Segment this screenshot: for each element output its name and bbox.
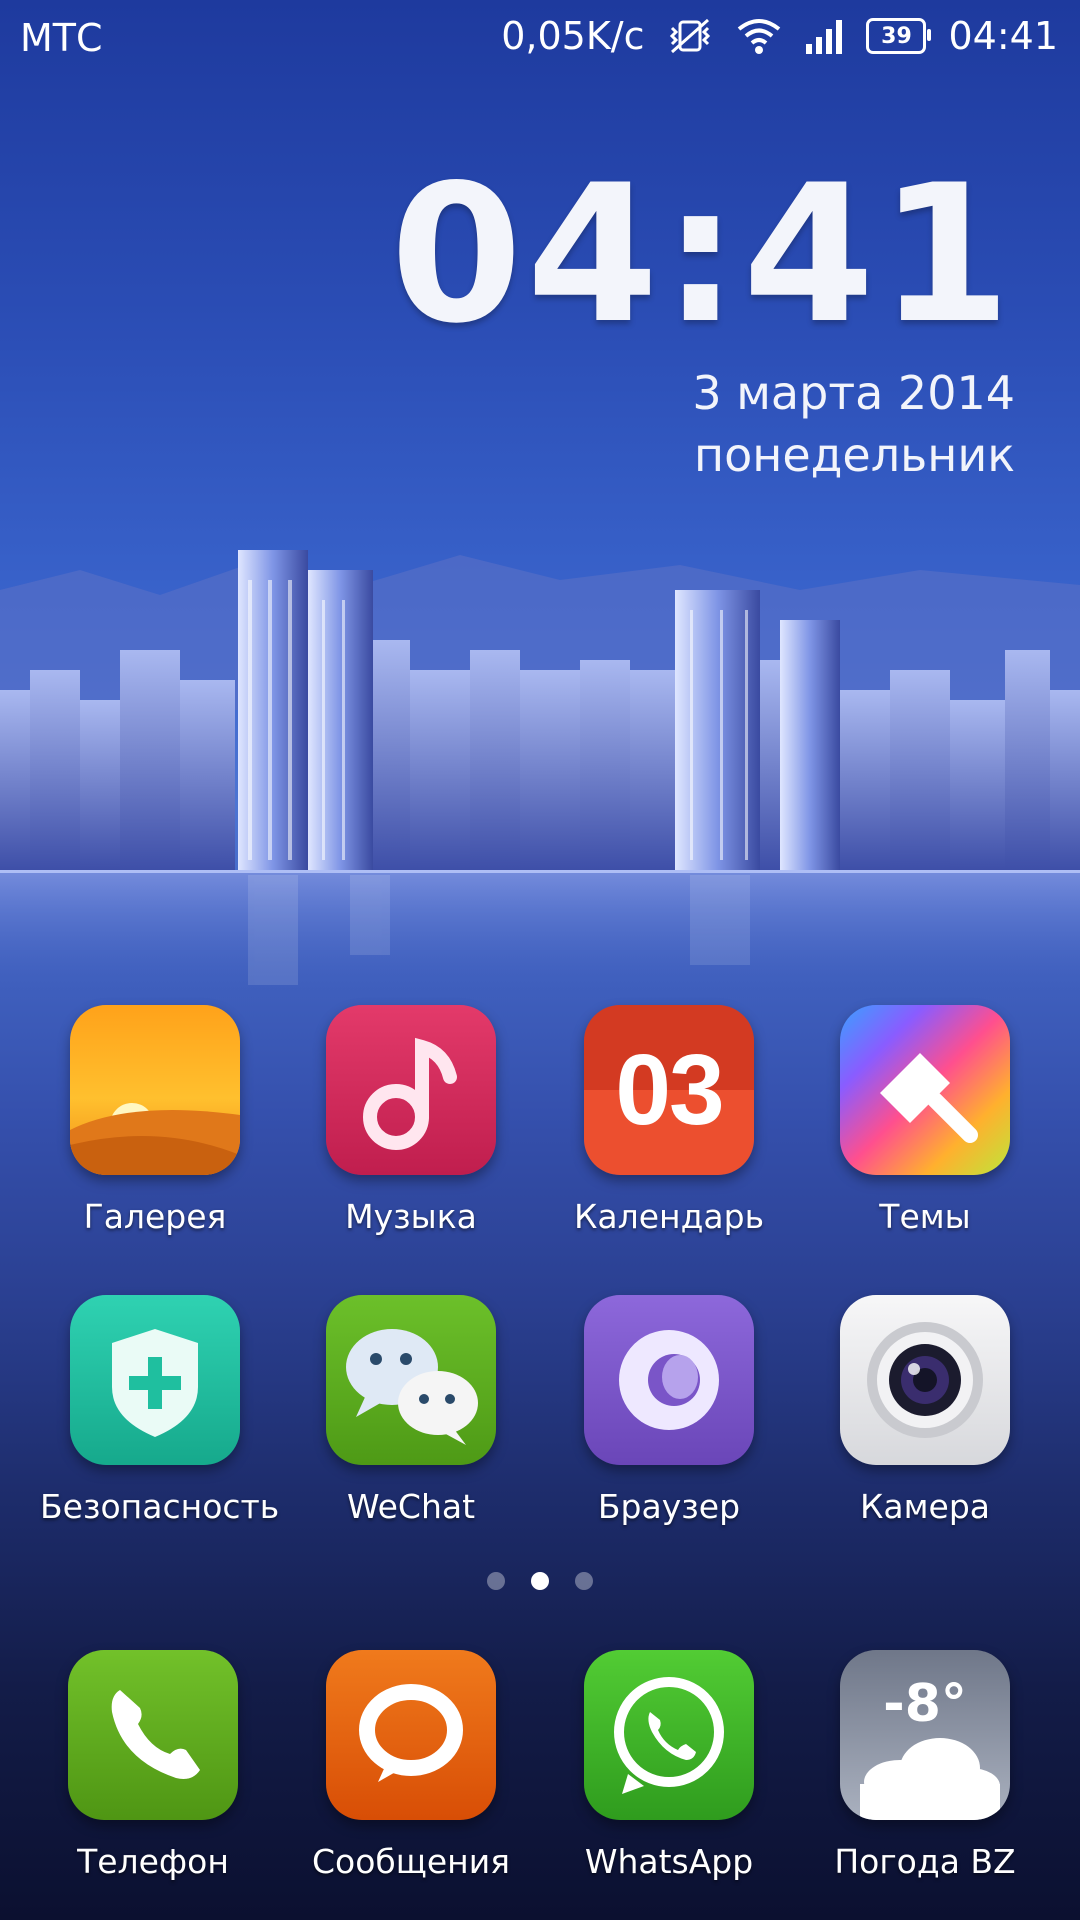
battery-icon: 39 [866, 18, 932, 54]
music-icon [326, 1005, 496, 1175]
app-label: Погода BZ [834, 1842, 1016, 1881]
app-label: Темы [879, 1197, 971, 1236]
app-label: WhatsApp [584, 1842, 754, 1881]
app-security[interactable]: Безопасность [40, 1295, 280, 1526]
app-label: Безопасность [40, 1487, 280, 1526]
security-icon [70, 1295, 240, 1465]
dock-messages[interactable]: Сообщения [296, 1650, 526, 1881]
app-music[interactable]: Музыка [296, 1005, 526, 1236]
app-label: Сообщения [311, 1842, 511, 1881]
whatsapp-icon [584, 1650, 754, 1820]
app-label: Камера [859, 1487, 991, 1526]
app-label: Галерея [83, 1197, 227, 1236]
app-browser[interactable]: Браузер [554, 1295, 784, 1526]
carrier-name: МТС [20, 16, 103, 60]
vibrate-off-icon [666, 16, 714, 56]
weather-icon: -8° [840, 1650, 1010, 1820]
wechat-icon [326, 1295, 496, 1465]
clock-widget[interactable]: 04:41 3 марта 2014 понедельник [390, 144, 1015, 486]
page-dot[interactable] [487, 1572, 505, 1590]
wifi-icon [736, 17, 782, 55]
page-dot[interactable] [575, 1572, 593, 1590]
camera-icon [840, 1295, 1010, 1465]
calendar-icon: 03 [584, 1005, 754, 1175]
app-camera[interactable]: Камера [810, 1295, 1040, 1526]
app-label: Браузер [597, 1487, 741, 1526]
status-time: 04:41 [948, 14, 1058, 58]
browser-icon [584, 1295, 754, 1465]
messages-icon [326, 1650, 496, 1820]
app-label: Календарь [573, 1197, 765, 1236]
status-bar: МТС 0,05K/с 39 04:41 [0, 0, 1080, 80]
network-speed: 0,05K/с [501, 14, 645, 58]
page-indicator[interactable] [0, 1572, 1080, 1590]
dock-phone[interactable]: Телефон [38, 1650, 268, 1881]
app-wechat[interactable]: WeChat [296, 1295, 526, 1526]
app-label: Телефон [77, 1842, 229, 1881]
clock-weekday: понедельник [694, 428, 1015, 482]
wallpaper-skyline [0, 550, 1080, 1000]
themes-icon [840, 1005, 1010, 1175]
app-gallery[interactable]: Галерея [40, 1005, 270, 1236]
phone-icon [68, 1650, 238, 1820]
app-themes[interactable]: Темы [810, 1005, 1040, 1236]
clock-date: 3 марта 2014 [692, 366, 1015, 420]
dock-weather[interactable]: -8° Погода BZ [810, 1650, 1040, 1881]
clock-time: 04:41 [390, 144, 1015, 365]
signal-icon [804, 18, 844, 54]
page-dot-active[interactable] [531, 1572, 549, 1590]
app-label: Музыка [345, 1197, 477, 1236]
app-label: WeChat [346, 1487, 476, 1526]
home-screen: МТС 0,05K/с 39 04:41 04:41 3 марта 2014 … [0, 0, 1080, 1920]
dock-whatsapp[interactable]: WhatsApp [554, 1650, 784, 1881]
gallery-icon [70, 1005, 240, 1175]
calendar-day: 03 [615, 1033, 724, 1146]
app-calendar[interactable]: 03 Календарь [554, 1005, 784, 1236]
